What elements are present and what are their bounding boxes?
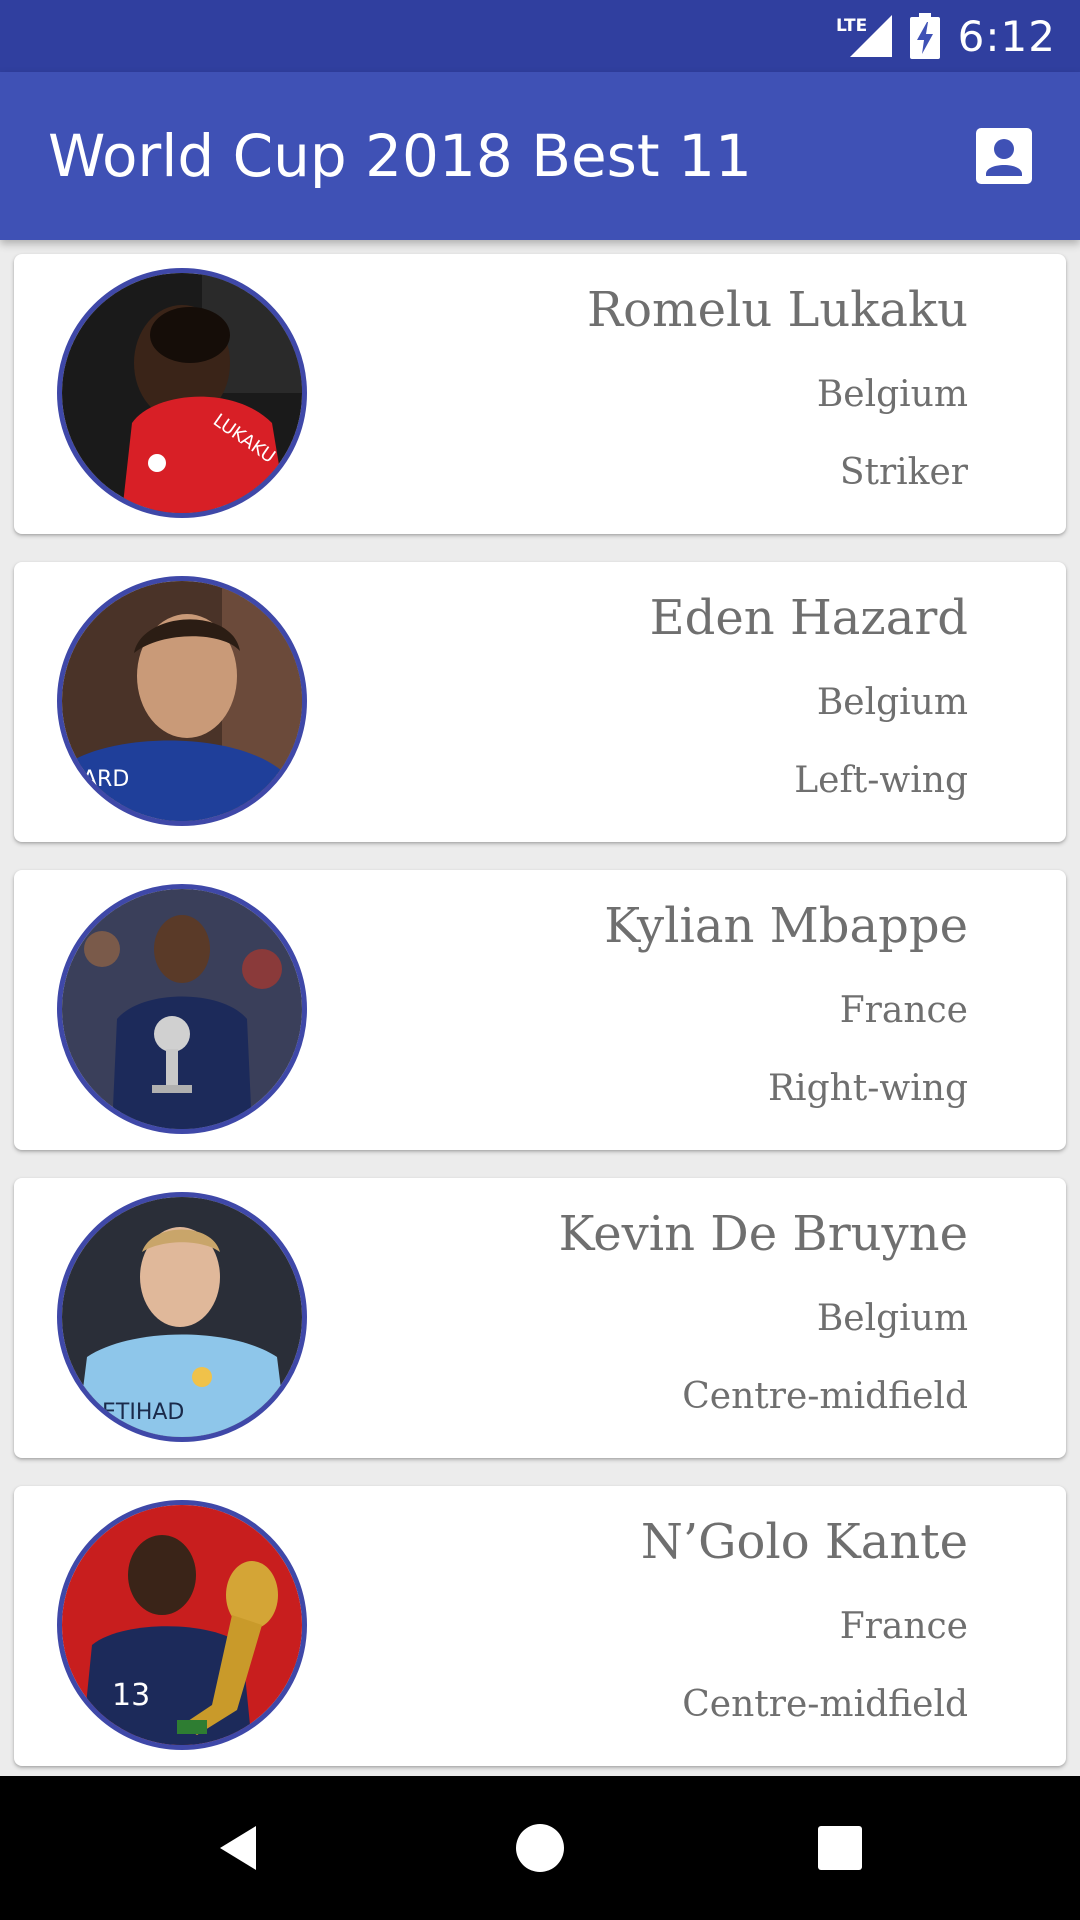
player-name: Eden Hazard	[649, 590, 968, 646]
player-card[interactable]: Kylian Mbappe France Right-wing	[14, 870, 1066, 1150]
battery-charging-icon	[909, 13, 940, 59]
player-country: Belgium	[816, 1298, 968, 1339]
svg-text:13: 13	[112, 1678, 150, 1713]
player-photo-de-bruyne: ETIHAD	[57, 1192, 307, 1442]
player-card[interactable]: ARD Eden Hazard Belgium Left-wing	[14, 562, 1066, 842]
player-country: Belgium	[816, 374, 968, 415]
player-photo-hazard: ARD	[57, 576, 307, 826]
svg-text:ETIHAD: ETIHAD	[102, 1400, 184, 1425]
app-bar: World Cup 2018 Best 11	[0, 72, 1080, 240]
network-type-label: LTE	[836, 16, 867, 36]
player-position: Right-wing	[767, 1068, 968, 1109]
player-card[interactable]: 13 N’Golo Kante France Centre-midfield	[14, 1486, 1066, 1766]
app-title: World Cup 2018 Best 11	[48, 122, 752, 190]
player-country: Belgium	[816, 682, 968, 723]
player-position: Centre-midfield	[682, 1376, 968, 1417]
back-icon[interactable]	[200, 1808, 280, 1888]
player-photo-lukaku: LUKAKU	[57, 268, 307, 518]
status-icons: LTE 6:12	[836, 0, 1056, 72]
player-position: Left-wing	[794, 760, 968, 801]
player-name: Romelu Lukaku	[587, 282, 968, 338]
player-position: Striker	[839, 452, 968, 493]
player-name: Kylian Mbappe	[604, 898, 968, 954]
player-list[interactable]: LUKAKU Romelu Lukaku Belgium Striker ARD…	[0, 240, 1080, 1776]
account-box-icon[interactable]	[972, 124, 1036, 188]
status-bar: LTE 6:12	[0, 0, 1080, 72]
player-position: Centre-midfield	[682, 1684, 968, 1725]
player-card[interactable]: LUKAKU Romelu Lukaku Belgium Striker	[14, 254, 1066, 534]
player-photo-mbappe	[57, 884, 307, 1134]
player-name: N’Golo Kante	[640, 1514, 968, 1570]
svg-text:ARD: ARD	[82, 767, 129, 792]
player-country: France	[839, 1606, 968, 1647]
recents-icon[interactable]	[800, 1808, 880, 1888]
player-name: Kevin De Bruyne	[558, 1206, 968, 1262]
player-photo-kante: 13	[57, 1500, 307, 1750]
status-time: 6:12	[957, 11, 1056, 61]
player-card[interactable]: ETIHAD Kevin De Bruyne Belgium Centre-mi…	[14, 1178, 1066, 1458]
navigation-bar	[0, 1776, 1080, 1920]
player-country: France	[839, 990, 968, 1031]
lte-signal-icon: LTE	[836, 13, 892, 59]
home-icon[interactable]	[500, 1808, 580, 1888]
